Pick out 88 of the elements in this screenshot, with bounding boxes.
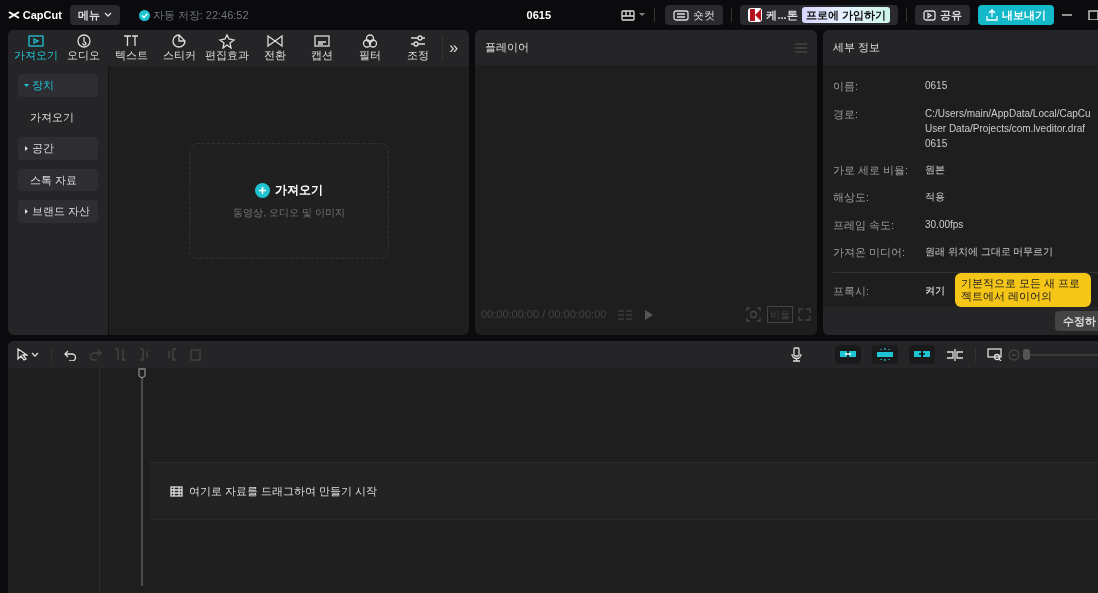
tab[interactable]: 텍스트 xyxy=(107,31,156,65)
caret-down-icon xyxy=(24,82,29,88)
field-value: User Data/Projects/com.lveditor.draf xyxy=(925,121,1087,136)
toggle-button[interactable] xyxy=(909,345,936,364)
tab[interactable]: 스티커 xyxy=(155,31,203,65)
more-tabs-button[interactable]: » xyxy=(441,36,465,60)
share-icon xyxy=(922,9,936,21)
field-value: 0615 xyxy=(925,136,949,151)
share-button[interactable]: 공유 xyxy=(914,4,970,26)
caret-icon[interactable] xyxy=(30,351,39,358)
import-title: 가져오기 xyxy=(275,182,324,199)
tab[interactable]: 캡션 xyxy=(298,31,347,65)
check-icon xyxy=(138,9,150,21)
sidebar-item[interactable]: 가져오기 xyxy=(18,105,98,128)
account-logo-icon xyxy=(748,8,763,22)
field-label: 경로: xyxy=(833,106,860,122)
tab[interactable]: 조정 xyxy=(393,31,442,65)
filter-icon xyxy=(361,33,379,50)
caret-right-icon xyxy=(24,208,29,214)
tab[interactable]: 전환 xyxy=(250,31,299,65)
toggle-button[interactable] xyxy=(835,345,862,364)
menu-button[interactable]: 메뉴 xyxy=(69,4,120,26)
zoom-out-icon[interactable] xyxy=(1008,348,1021,361)
transition-icon xyxy=(265,33,284,50)
tab[interactable]: 편집효과 xyxy=(202,31,251,65)
fullscreen-icon[interactable] xyxy=(798,308,811,321)
sidebar-item[interactable]: 브랜드 자산 xyxy=(18,200,98,223)
layout-icon[interactable] xyxy=(621,9,636,21)
play-icon[interactable] xyxy=(644,308,655,321)
tooltip: 기본적으로 모든 새 프로젝트에서 레이어의 xyxy=(955,272,1091,307)
caret-right-icon xyxy=(24,145,29,151)
tab[interactable]: 필터 xyxy=(346,31,394,65)
field-value: 원본 xyxy=(925,162,945,177)
music-note-icon xyxy=(74,33,93,50)
sidebar-item[interactable]: 공간 xyxy=(18,137,98,160)
caret-icon xyxy=(103,12,112,18)
undo-icon[interactable] xyxy=(63,348,77,361)
account-name[interactable]: 케...톤 xyxy=(766,6,798,24)
zoom-slider-thumb[interactable] xyxy=(1023,348,1030,360)
edit-button[interactable]: 수정하 xyxy=(1055,310,1098,331)
caption-icon xyxy=(313,33,332,50)
plus-icon xyxy=(254,182,270,198)
playhead[interactable] xyxy=(138,368,146,586)
media-icon xyxy=(26,33,45,50)
microphone-icon[interactable] xyxy=(791,347,803,362)
panel-title: 플레이어 xyxy=(485,40,529,56)
film-icon xyxy=(170,485,183,497)
keyboard-icon xyxy=(673,9,690,21)
field-label: 가져온 미디어: xyxy=(833,245,907,260)
field-value: 원래 위치에 그대로 머무르기 xyxy=(925,245,1054,259)
panel-title: 세부 정보 xyxy=(833,40,881,56)
maximize-icon[interactable] xyxy=(1088,10,1098,20)
caret-icon xyxy=(637,12,646,18)
logo-icon xyxy=(8,10,20,20)
shortcut-button[interactable]: 숏컷 xyxy=(665,4,724,26)
field-label: 프레임 속도: xyxy=(833,217,896,233)
cursor-icon[interactable] xyxy=(16,348,28,361)
sidebar-item[interactable]: 스톡 자료 xyxy=(18,168,98,191)
field-label: 이름: xyxy=(833,79,860,94)
tab[interactable]: 가져오기 xyxy=(12,31,60,65)
field-value: 켜기 xyxy=(925,283,945,298)
zoom-frame-icon[interactable] xyxy=(746,307,761,322)
toggle-button[interactable] xyxy=(872,345,899,364)
field-value: 30.00fps xyxy=(925,217,964,232)
preview-icon[interactable] xyxy=(987,348,1004,361)
tab[interactable]: 오디오 xyxy=(59,31,108,65)
import-drop-zone[interactable]: 가져오기 동영상, 오디오 및 이미지 xyxy=(189,142,389,259)
field-value: 0615 xyxy=(925,79,948,93)
snap-icon xyxy=(876,348,895,361)
pro-upgrade-badge[interactable]: 프로에 가입하기 xyxy=(801,6,890,24)
main-track[interactable]: 여기로 자료를 드래그하여 만들기 시작 xyxy=(150,462,1098,520)
upload-icon xyxy=(985,9,998,21)
drop-hint: 여기로 자료를 드래그하여 만들기 시작 xyxy=(188,483,377,499)
sliders-icon xyxy=(408,33,427,50)
project-title: 0615 xyxy=(526,7,552,23)
field-label: 해상도: xyxy=(833,190,871,205)
star-icon xyxy=(217,33,236,50)
field-value: 적용 xyxy=(925,190,945,204)
sidebar-item[interactable]: 장치 xyxy=(18,74,98,97)
redo-icon[interactable] xyxy=(88,348,102,361)
sticker-icon xyxy=(170,33,189,50)
field-value: C:/Users/main/AppData/Local/CapCu xyxy=(925,106,1091,121)
field-label: 프록시: xyxy=(833,283,871,299)
split-align-icon[interactable] xyxy=(946,348,965,361)
field-label: 가로 세로 비율: xyxy=(833,162,910,178)
import-hint: 동영상, 오디오 및 이미지 xyxy=(233,206,345,220)
logo-text: CapCut xyxy=(22,7,62,23)
autosave-status: 자동 저장: 22:46:52 xyxy=(152,7,249,23)
